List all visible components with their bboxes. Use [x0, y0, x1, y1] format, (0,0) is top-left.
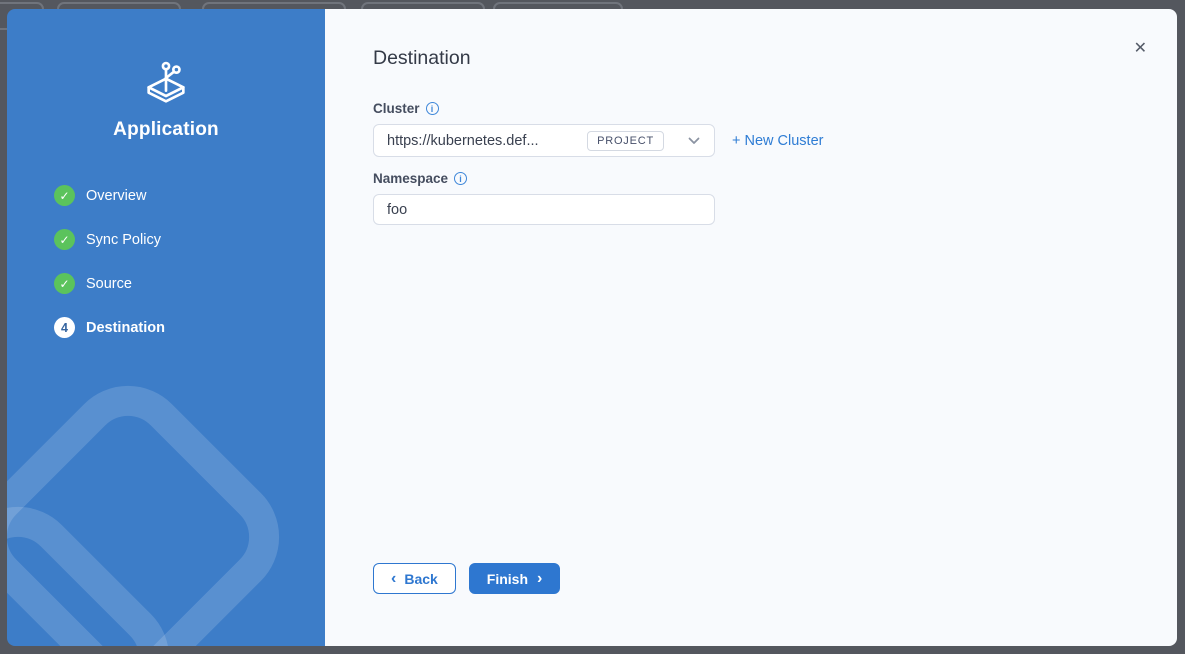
step-source[interactable]: ✓ Source: [7, 273, 325, 294]
application-deploy-icon: [143, 56, 189, 104]
step-number-badge: 4: [54, 317, 75, 338]
step-label: Sync Policy: [86, 232, 161, 248]
finish-button[interactable]: Finish ›: [469, 563, 561, 594]
check-icon: ✓: [54, 229, 75, 250]
step-sync-policy[interactable]: ✓ Sync Policy: [7, 229, 325, 250]
step-label: Source: [86, 276, 132, 292]
project-badge: PROJECT: [587, 131, 664, 151]
namespace-label: Namespace i: [373, 171, 1129, 186]
new-cluster-link[interactable]: + New Cluster: [732, 133, 823, 149]
cluster-label-text: Cluster: [373, 101, 420, 116]
wizard-footer: ‹ Back Finish ›: [373, 563, 560, 594]
application-wizard-modal: Application ✓ Overview ✓ Sync Policy ✓ S…: [7, 9, 1177, 646]
info-icon[interactable]: i: [454, 172, 467, 185]
step-destination[interactable]: 4 Destination: [7, 317, 325, 338]
cluster-select[interactable]: https://kubernetes.def... PROJECT: [373, 124, 715, 157]
check-icon: ✓: [54, 273, 75, 294]
chevron-left-icon: ‹: [391, 571, 396, 587]
close-icon[interactable]: ✕: [1134, 41, 1147, 57]
back-button-label: Back: [404, 571, 437, 587]
namespace-input[interactable]: [373, 194, 715, 225]
page-title: Destination: [373, 47, 1129, 70]
info-icon[interactable]: i: [426, 102, 439, 115]
back-button[interactable]: ‹ Back: [373, 563, 456, 594]
step-label: Destination: [86, 320, 165, 336]
namespace-label-text: Namespace: [373, 171, 448, 186]
step-overview[interactable]: ✓ Overview: [7, 185, 325, 206]
chevron-down-icon: [688, 137, 700, 145]
wizard-title: Application: [7, 119, 325, 141]
destination-panel: ✕ Destination Cluster i https://kubernet…: [325, 9, 1177, 646]
chevron-right-icon: ›: [537, 571, 542, 587]
cluster-label: Cluster i: [373, 101, 1129, 116]
cluster-select-value: https://kubernetes.def...: [387, 133, 587, 149]
wizard-steps: ✓ Overview ✓ Sync Policy ✓ Source 4 Dest…: [7, 185, 325, 338]
wizard-sidebar: Application ✓ Overview ✓ Sync Policy ✓ S…: [7, 9, 325, 646]
check-icon: ✓: [54, 185, 75, 206]
finish-button-label: Finish: [487, 571, 528, 587]
cluster-row: https://kubernetes.def... PROJECT + New …: [373, 124, 1129, 157]
step-label: Overview: [86, 188, 146, 204]
